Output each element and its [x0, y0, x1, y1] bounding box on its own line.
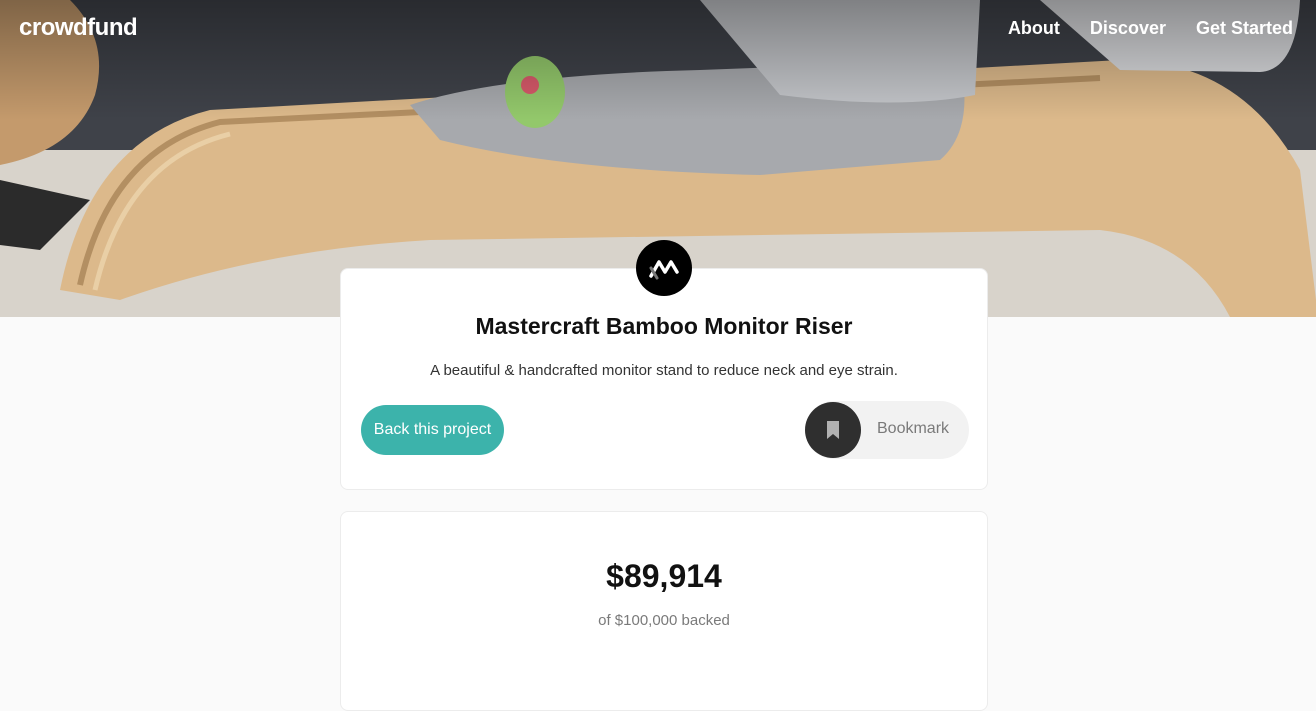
bookmark-icon-circle — [805, 402, 861, 458]
nav-discover[interactable]: Discover — [1090, 18, 1166, 39]
brand-mark — [649, 260, 679, 280]
project-title: Mastercraft Bamboo Monitor Riser — [475, 313, 853, 339]
main-nav: About Discover Get Started — [1008, 18, 1293, 39]
nav-about[interactable]: About — [1008, 18, 1060, 39]
amount-goal: of $100,000 backed — [598, 612, 730, 629]
project-intro-card: Mastercraft Bamboo Monitor Riser A beaut… — [340, 268, 988, 490]
back-project-button[interactable]: Back this project — [361, 405, 504, 455]
mastercraft-logo-icon — [636, 240, 692, 296]
amount-backed: $89,914 — [606, 558, 722, 594]
bookmark-button[interactable]: Bookmark — [805, 401, 969, 459]
project-description: A beautiful & handcrafted monitor stand … — [430, 362, 898, 379]
bookmark-label: Bookmark — [877, 420, 950, 437]
stats-card: $89,914 of $100,000 backed — [340, 511, 988, 711]
site-logo[interactable]: crowdfund — [19, 14, 138, 42]
bookmark-icon — [827, 421, 839, 439]
nav-get-started[interactable]: Get Started — [1196, 18, 1293, 39]
